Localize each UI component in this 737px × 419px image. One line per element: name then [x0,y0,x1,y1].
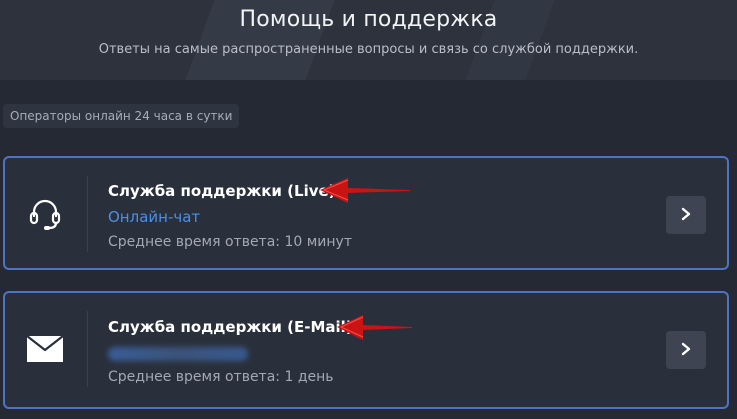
operators-online-badge: Операторы онлайн 24 часа в сутки [3,104,240,128]
card-divider [87,311,88,387]
envelope-icon [23,329,67,369]
page-subtitle: Ответы на самые распространенные вопросы… [98,42,639,57]
headset-icon [23,194,67,234]
annotation-arrow-icon [320,178,410,203]
support-email-address[interactable] [108,347,248,365]
chevron-right-icon [680,206,692,225]
blurred-email [108,347,248,361]
card-divider [87,176,88,252]
chevron-right-icon [680,341,692,360]
support-email-title: Служба поддержки (E-Mail) [108,318,353,336]
support-live-title: Служба поддержки (Live) [108,182,336,200]
page-header: Помощь и поддержка Ответы на самые распр… [0,0,737,80]
annotation-arrow-icon [337,315,412,340]
support-email-response-time: Среднее время ответа: 1 день [108,369,334,385]
page-title: Помощь и поддержка [239,7,498,32]
support-live-open-button[interactable] [666,196,706,234]
online-chat-link[interactable]: Онлайн-чат [108,208,200,226]
support-email-open-button[interactable] [666,331,706,369]
support-live-response-time: Среднее время ответа: 10 минут [108,234,352,250]
